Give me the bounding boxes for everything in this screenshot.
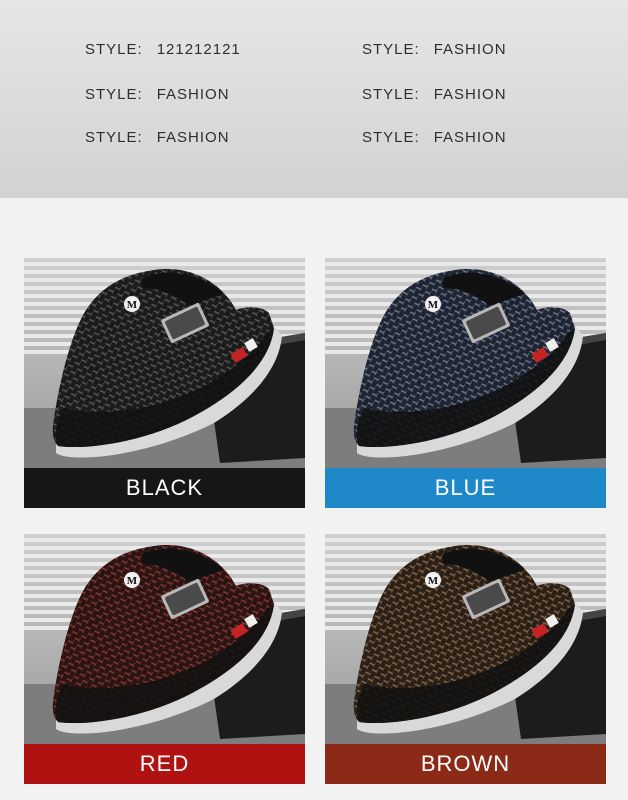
- spec-key: STYLE:: [362, 129, 420, 146]
- spec-key: STYLE:: [85, 41, 143, 58]
- color-card-red[interactable]: M RED: [24, 534, 305, 784]
- color-card-brown[interactable]: M BROWN: [325, 534, 606, 784]
- color-label-text: RED: [139, 751, 190, 776]
- color-label: BROWN: [325, 744, 606, 784]
- shoe-photo: M: [325, 258, 606, 468]
- svg-text:M: M: [127, 575, 138, 587]
- spec-row: STYLE: FASHION: [362, 129, 507, 146]
- color-label-text: BLUE: [434, 475, 497, 500]
- svg-text:M: M: [428, 299, 439, 311]
- spec-row: STYLE: 121212121: [85, 41, 241, 58]
- spec-value: 121212121: [156, 41, 241, 58]
- color-label: BLUE: [325, 468, 606, 508]
- spec-value: FASHION: [433, 86, 507, 103]
- spec-key: STYLE:: [362, 41, 420, 58]
- color-label: RED: [24, 744, 305, 784]
- spec-value: FASHION: [433, 129, 507, 146]
- color-card-blue[interactable]: M BLUE: [325, 258, 606, 508]
- svg-text:M: M: [428, 575, 439, 587]
- spec-value: FASHION: [156, 86, 230, 103]
- spec-value: FASHION: [433, 41, 507, 58]
- color-card-black[interactable]: M BLACK: [24, 258, 305, 508]
- shoe-photo: M: [24, 258, 305, 468]
- spec-row: STYLE: FASHION: [362, 41, 507, 58]
- spec-row: STYLE: FASHION: [85, 129, 230, 146]
- spec-row: STYLE: FASHION: [85, 86, 230, 103]
- color-label-text: BLACK: [125, 475, 204, 500]
- spec-panel: STYLE: 121212121 STYLE: FASHION STYLE: FASH…: [0, 0, 628, 198]
- svg-text:M: M: [127, 299, 138, 311]
- color-label: BLACK: [24, 468, 305, 508]
- shoe-photo: M: [24, 534, 305, 744]
- shoe-photo: M: [325, 534, 606, 744]
- color-label-text: BROWN: [420, 751, 511, 776]
- spec-row: STYLE: FASHION: [362, 86, 507, 103]
- spec-key: STYLE:: [362, 86, 420, 103]
- spec-key: STYLE:: [85, 86, 143, 103]
- spec-key: STYLE:: [85, 129, 143, 146]
- spec-value: FASHION: [156, 129, 230, 146]
